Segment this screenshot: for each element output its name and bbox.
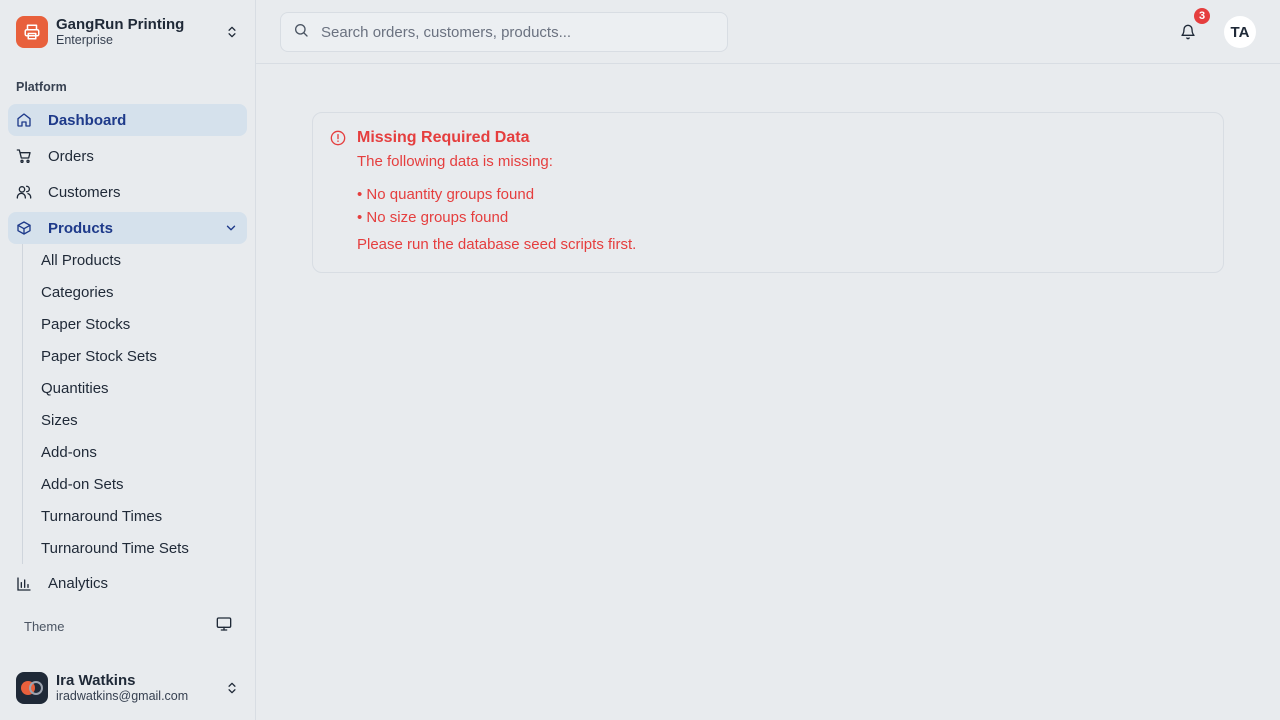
box-icon [16,220,32,236]
top-header: 3 TA [256,0,1280,64]
sidebar-item-label: Dashboard [48,111,127,129]
list-item: • No size groups found [357,209,509,226]
user-menu[interactable]: Ira Watkins iradwatkins@gmail.com [16,672,240,704]
alert-circle-icon [330,130,346,146]
nav-group-label: Platform [16,80,67,94]
cart-icon [16,148,32,164]
users-icon [16,184,32,200]
brand-switcher[interactable]: GangRun Printing Enterprise [16,16,240,48]
user-email: iradwatkins@gmail.com [56,689,189,703]
subnav-item-categories[interactable]: Categories [41,276,247,308]
sidebar-item-label: Products [48,219,114,237]
sidebar-item-products[interactable]: Products [8,212,247,244]
bell-icon[interactable] [1176,20,1200,44]
missing-items-list: • No quantity groups found • No size gro… [357,183,534,229]
avatar [16,672,48,704]
subnav-item-turnaround-times[interactable]: Turnaround Times [41,500,247,532]
printer-icon [16,16,48,48]
sidebar-item-dashboard[interactable]: Dashboard [8,104,247,136]
subnav-item-paper-stock-sets[interactable]: Paper Stock Sets [41,340,247,372]
subnav-item-all-products[interactable]: All Products [41,244,247,276]
list-item: • No quantity groups found [357,186,535,203]
subnav-item-quantities[interactable]: Quantities [41,372,247,404]
subnav-item-turnaround-time-sets[interactable]: Turnaround Time Sets [41,532,247,564]
user-name: Ira Watkins [56,672,136,689]
monitor-icon[interactable] [216,616,232,637]
home-icon [16,112,32,128]
products-subnav: All Products Categories Paper Stocks Pap… [22,244,247,564]
subnav-item-paper-stocks[interactable]: Paper Stocks [41,308,247,340]
missing-data-alert: Missing Required Data The following data… [312,112,1224,273]
chevrons-up-down-icon [224,680,240,696]
sidebar-item-label: Customers [48,183,121,201]
user-avatar-button[interactable]: TA [1224,16,1256,48]
sidebar-item-customers[interactable]: Customers [8,176,247,208]
alert-description: The following data is missing: [357,153,553,170]
notification-badge: 3 [1194,8,1210,24]
brand-name: GangRun Printing [56,16,185,33]
sidebar-item-orders[interactable]: Orders [8,140,247,172]
brand-plan: Enterprise [56,33,113,47]
sidebar-item-analytics[interactable]: Analytics [8,568,247,592]
bar-chart-icon [16,576,32,592]
chevrons-up-down-icon [224,24,240,40]
chevron-down-icon[interactable] [223,220,239,236]
subnav-item-sizes[interactable]: Sizes [41,404,247,436]
theme-row: Theme [24,612,232,640]
search-icon [293,22,309,43]
sidebar-item-label: Orders [48,147,94,165]
alert-footer: Please run the database seed scripts fir… [357,236,637,253]
subnav-item-add-on-sets[interactable]: Add-on Sets [41,468,247,500]
sidebar-nav: Dashboard Orders Customers Products All … [8,104,247,596]
alert-title: Missing Required Data [357,129,530,146]
search-input[interactable] [321,23,701,41]
theme-label: Theme [24,618,65,634]
sidebar: GangRun Printing Enterprise Platform Das… [0,0,256,720]
search-box[interactable] [280,12,728,52]
sidebar-item-label: Analytics [48,575,109,592]
subnav-item-add-ons[interactable]: Add-ons [41,436,247,468]
